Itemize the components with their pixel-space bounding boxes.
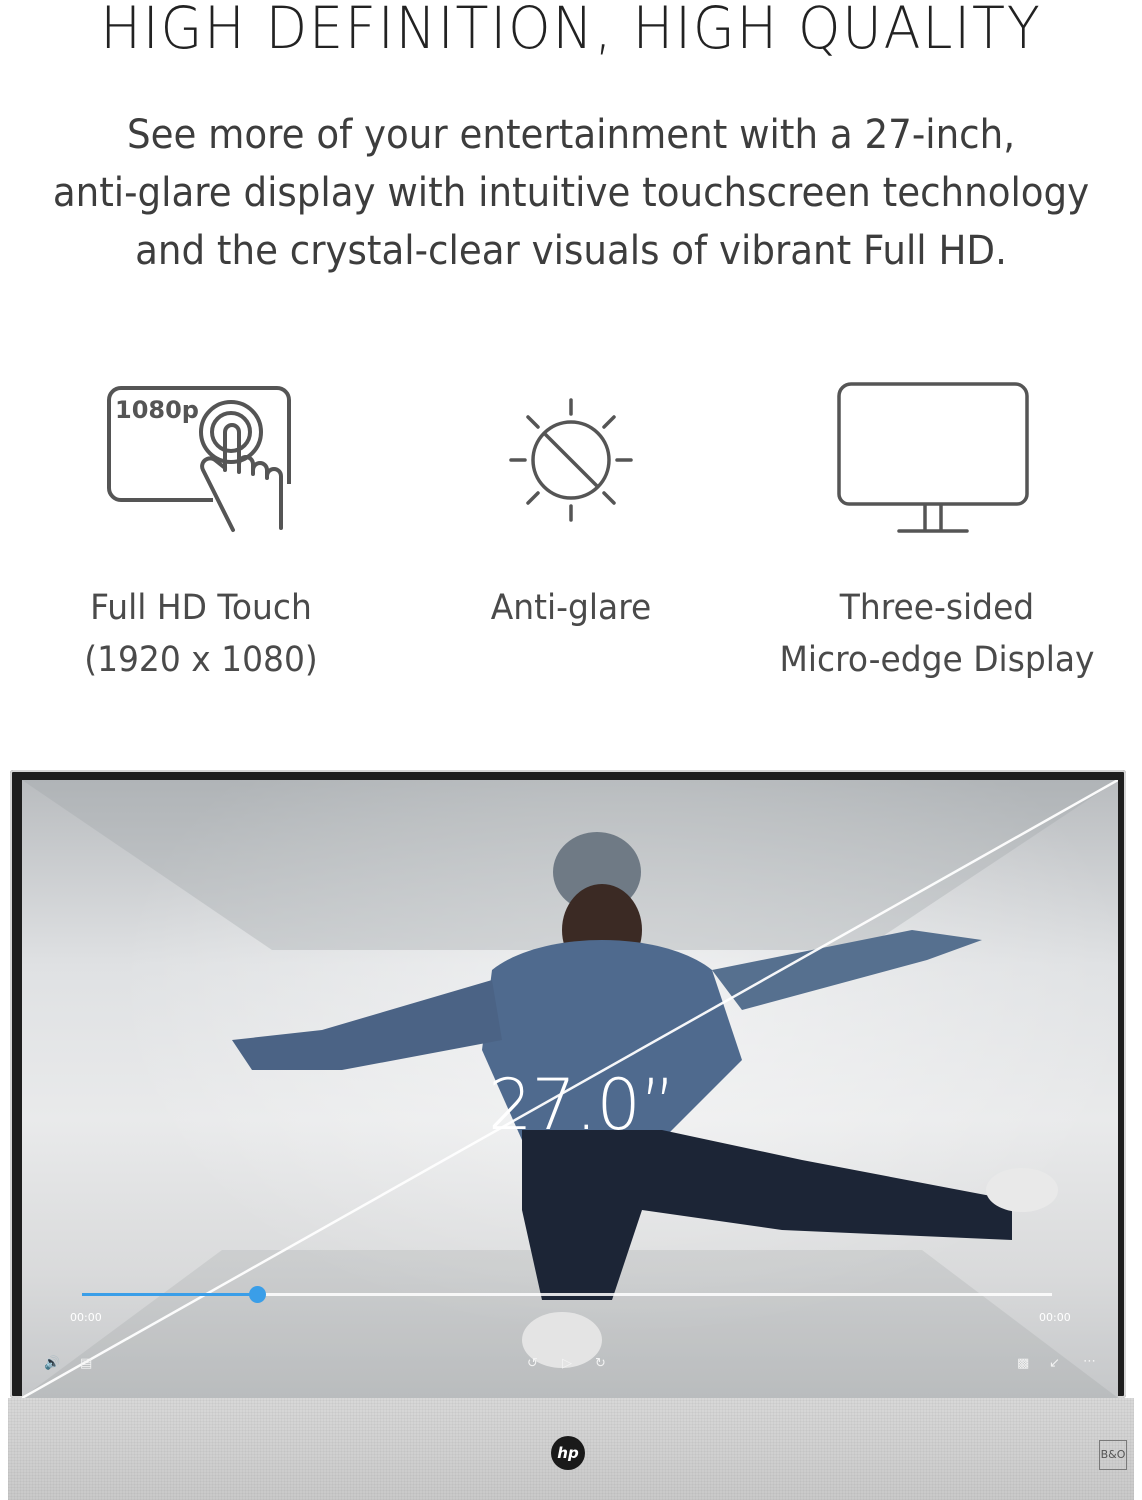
- feature-label: Three-sided Micro-edge Display: [779, 588, 1095, 680]
- volume-icon[interactable]: 🔊: [44, 1356, 60, 1372]
- forward-icon[interactable]: ↻: [595, 1356, 606, 1372]
- play-icon[interactable]: ▷: [562, 1356, 572, 1372]
- feature-micro-edge-display: Three-sided Micro-edge Display: [757, 380, 1117, 686]
- captions-icon[interactable]: ▤: [80, 1356, 92, 1372]
- feature-anti-glare: Anti-glare: [391, 380, 751, 634]
- touch-1080p-icon: 1080p: [107, 386, 291, 532]
- more-options-icon[interactable]: ⋯: [1083, 1354, 1096, 1370]
- monitor-icon: [837, 382, 1029, 533]
- badge-1080p: 1080p: [115, 396, 199, 424]
- mini-view-icon[interactable]: ▩: [1017, 1356, 1029, 1372]
- description: See more of your entertainment with a 27…: [0, 106, 1142, 280]
- seek-thumb[interactable]: [248, 1286, 266, 1303]
- description-line-2: anti-glare display with intuitive touchs…: [52, 170, 1090, 216]
- exit-fullscreen-icon[interactable]: ↙: [1049, 1356, 1060, 1372]
- time-elapsed: 00:00: [70, 1311, 102, 1324]
- seek-bar[interactable]: [82, 1286, 1052, 1303]
- bang-olufsen-logo: B&O: [1099, 1440, 1127, 1470]
- headline: HIGH DEFINITION, HIGH QUALITY: [100, 0, 1042, 62]
- feature-label: Anti-glare: [490, 588, 652, 628]
- anti-glare-icon: [509, 398, 633, 522]
- feature-label: Full HD Touch (1920 x 1080): [84, 588, 318, 680]
- rewind-icon[interactable]: ↺: [527, 1356, 538, 1372]
- hp-logo: hp: [551, 1436, 585, 1470]
- seek-bar-fill: [82, 1293, 257, 1296]
- diagonal-size-label: 27.0”: [488, 1064, 676, 1146]
- description-line-1: See more of your entertainment with a 27…: [126, 112, 1016, 158]
- time-total: 00:00: [1039, 1311, 1071, 1324]
- description-line-3: and the crystal-clear visuals of vibrant…: [135, 228, 1007, 274]
- feature-full-hd-touch: 1080p Full HD Touch (1920 x 1080): [21, 380, 381, 686]
